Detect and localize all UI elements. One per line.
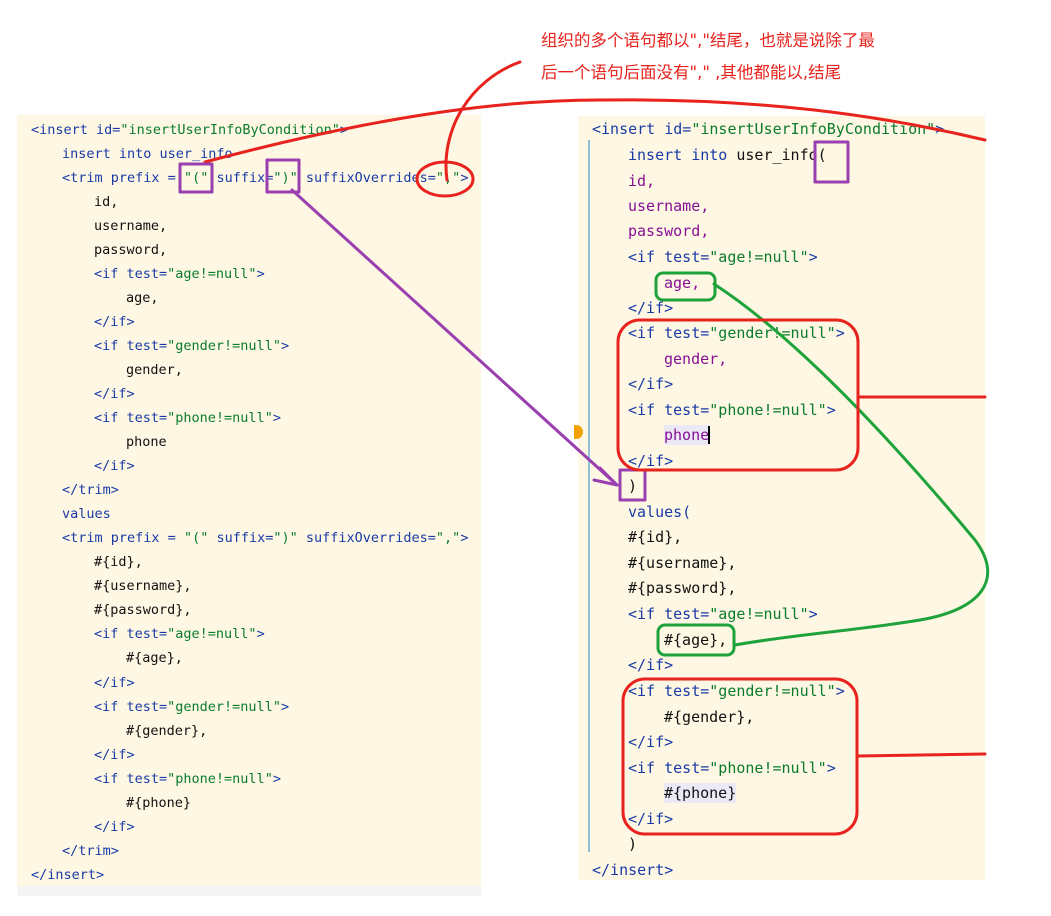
- code-line[interactable]: #{phone}: [664, 783, 737, 803]
- code-line[interactable]: password,: [94, 240, 167, 260]
- code-line[interactable]: phone: [664, 425, 710, 445]
- code-line[interactable]: <insert id="insertUserInfoByCondition">: [592, 119, 944, 139]
- code-line[interactable]: username,: [94, 216, 167, 236]
- code-line[interactable]: #{gender},: [126, 721, 207, 741]
- code-line[interactable]: </trim>: [62, 480, 119, 500]
- code-line[interactable]: phone: [126, 432, 167, 452]
- code-line[interactable]: #{id},: [94, 552, 143, 572]
- code-line[interactable]: id,: [94, 192, 118, 212]
- code-line[interactable]: </if>: [628, 809, 673, 829]
- code-line[interactable]: ): [628, 476, 637, 496]
- code-line[interactable]: values(: [628, 502, 691, 522]
- code-line[interactable]: <if test="age!=null">: [94, 624, 265, 644]
- code-line[interactable]: <if test="gender!=null">: [628, 323, 845, 343]
- code-line[interactable]: #{password},: [628, 578, 736, 598]
- code-line[interactable]: #{username},: [94, 576, 192, 596]
- code-line[interactable]: ): [628, 834, 637, 854]
- code-line[interactable]: </trim>: [62, 841, 119, 861]
- code-line[interactable]: </if>: [94, 312, 135, 332]
- code-line[interactable]: <insert id="insertUserInfoByCondition">: [31, 120, 348, 140]
- code-line[interactable]: </if>: [628, 655, 673, 675]
- code-line[interactable]: </if>: [628, 732, 673, 752]
- code-line[interactable]: gender,: [126, 360, 183, 380]
- code-line[interactable]: <if test="phone!=null">: [94, 408, 281, 428]
- code-line[interactable]: password,: [628, 221, 709, 241]
- left-editor-bottom: [17, 886, 481, 896]
- code-line[interactable]: <trim prefix = "(" suffix=")" suffixOver…: [62, 528, 468, 548]
- code-line[interactable]: gender,: [664, 349, 727, 369]
- code-line[interactable]: </if>: [94, 673, 135, 693]
- code-line[interactable]: insert into user_info(: [628, 145, 827, 165]
- code-line[interactable]: values: [62, 504, 111, 524]
- code-line[interactable]: username,: [628, 196, 709, 216]
- code-line[interactable]: </if>: [94, 745, 135, 765]
- code-line[interactable]: </if>: [94, 384, 135, 404]
- code-line[interactable]: #{id},: [628, 527, 682, 547]
- code-line[interactable]: </if>: [628, 298, 673, 318]
- code-line[interactable]: id,: [628, 171, 655, 191]
- code-line[interactable]: #{phone}: [126, 793, 191, 813]
- indent-guide: [588, 140, 590, 852]
- code-line[interactable]: <if test="phone!=null">: [628, 400, 836, 420]
- text-cursor: [708, 426, 710, 444]
- code-line[interactable]: <if test="phone!=null">: [628, 758, 836, 778]
- code-line[interactable]: <if test="age!=null">: [628, 247, 818, 267]
- code-line[interactable]: </if>: [628, 374, 673, 394]
- code-line[interactable]: insert into user_info: [62, 144, 233, 164]
- code-line[interactable]: <if test="gender!=null">: [94, 697, 289, 717]
- code-line[interactable]: #{gender},: [664, 707, 754, 727]
- code-line[interactable]: </insert>: [592, 860, 673, 880]
- code-line[interactable]: #{age},: [664, 630, 727, 650]
- annotation-line-2: 后一个语句后面没有"," ,其他都能以,结尾: [541, 63, 842, 82]
- code-line[interactable]: <if test="gender!=null">: [94, 336, 289, 356]
- code-line[interactable]: <if test="phone!=null">: [94, 769, 281, 789]
- code-line[interactable]: #{age},: [126, 648, 183, 668]
- code-line[interactable]: #{password},: [94, 600, 192, 620]
- code-line[interactable]: age,: [126, 288, 159, 308]
- code-line[interactable]: age,: [664, 273, 700, 293]
- code-line[interactable]: <trim prefix = "(" suffix=")" suffixOver…: [62, 168, 468, 188]
- annotation-line-1: 组织的多个语句都以","结尾，也就是说除了最: [541, 31, 875, 50]
- code-line[interactable]: <if test="gender!=null">: [628, 681, 845, 701]
- code-line[interactable]: </if>: [628, 451, 673, 471]
- code-line[interactable]: <if test="age!=null">: [628, 604, 818, 624]
- code-line[interactable]: #{username},: [628, 553, 736, 573]
- code-line[interactable]: </insert>: [31, 865, 104, 885]
- code-line[interactable]: </if>: [94, 456, 135, 476]
- code-line[interactable]: <if test="age!=null">: [94, 264, 265, 284]
- code-line[interactable]: </if>: [94, 817, 135, 837]
- annotation-text: 组织的多个语句都以","结尾，也就是说除了最 后一个语句后面没有"," ,其他都…: [541, 25, 931, 89]
